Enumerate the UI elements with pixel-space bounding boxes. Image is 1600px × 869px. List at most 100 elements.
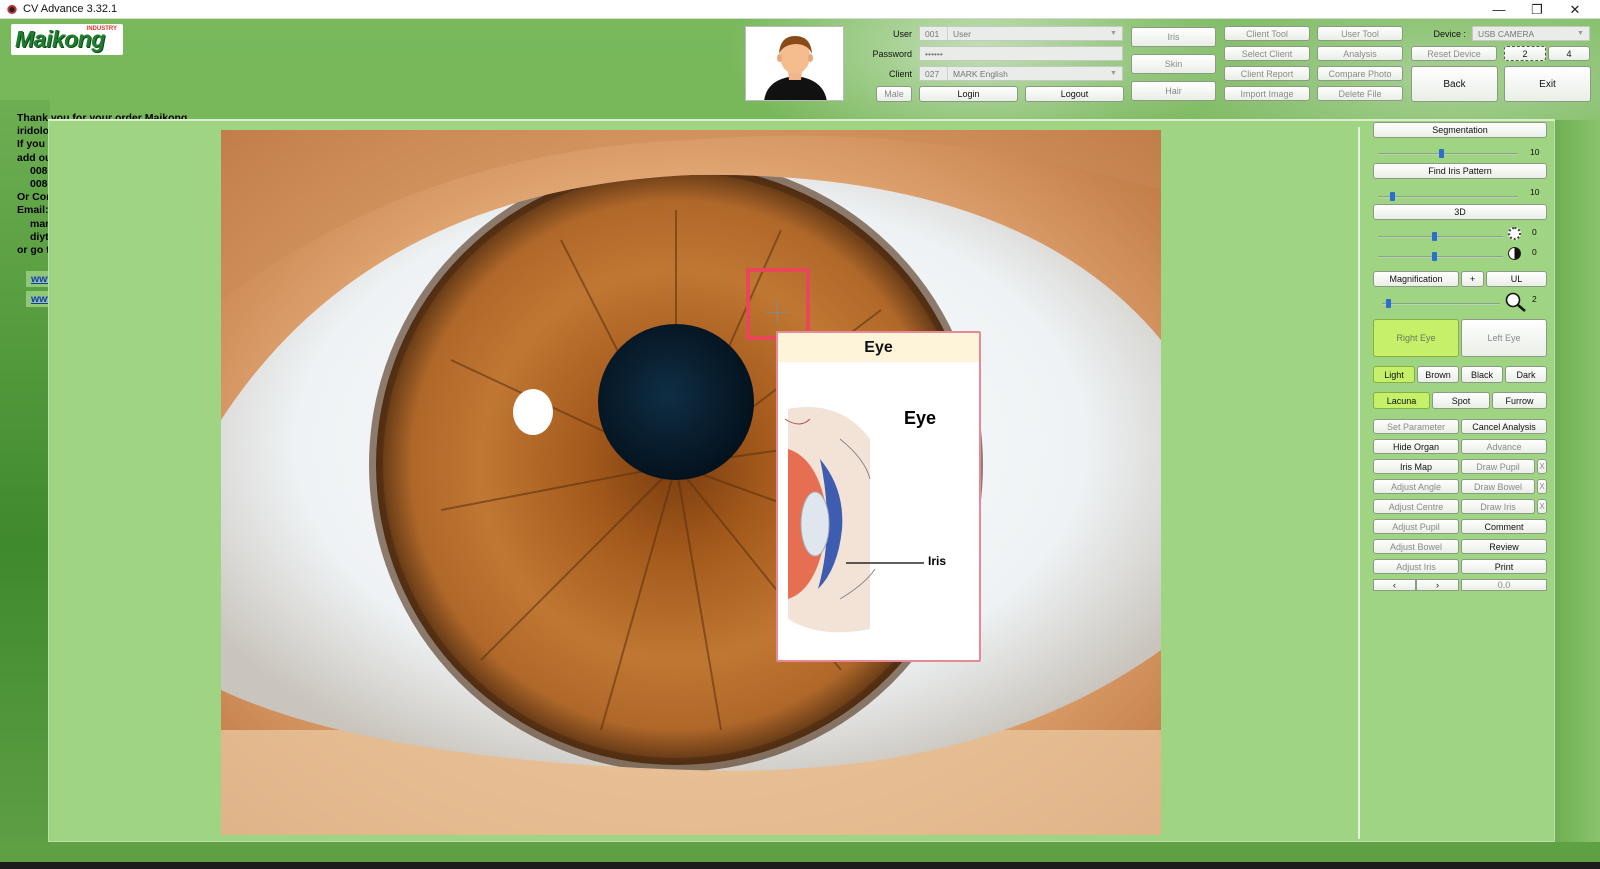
color-dark-button[interactable]: Dark — [1505, 366, 1547, 383]
brightness-value: 0 — [1532, 227, 1537, 237]
adjust-centre-button[interactable]: Adjust Centre — [1373, 499, 1459, 514]
lacuna-button[interactable]: Lacuna — [1373, 392, 1430, 409]
prev-button[interactable]: ‹ — [1373, 579, 1416, 591]
find-iris-slider[interactable] — [1378, 196, 1518, 198]
nav-value: 0.0 — [1461, 579, 1547, 591]
magnifier-icon — [1505, 292, 1526, 312]
client-tool-button[interactable]: Client Tool — [1224, 26, 1310, 41]
find-iris-value: 10 — [1530, 187, 1540, 197]
iris-image[interactable] — [221, 130, 1161, 835]
draw-iris-clear-button[interactable]: X — [1537, 499, 1547, 514]
compare-photo-button[interactable]: Compare Photo — [1317, 66, 1403, 81]
cancel-analysis-button[interactable]: Cancel Analysis — [1461, 419, 1547, 434]
device-value: USB CAMERA — [1478, 28, 1535, 39]
panel-top-border — [48, 119, 1555, 121]
adjust-bowel-button[interactable]: Adjust Bowel — [1373, 539, 1459, 554]
logout-button[interactable]: Logout — [1025, 86, 1124, 102]
exit-button[interactable]: Exit — [1504, 66, 1591, 102]
window-title: CV Advance 3.32.1 — [23, 3, 118, 15]
device-select[interactable]: USB CAMERA ▼ — [1472, 26, 1590, 41]
segmentation-slider[interactable] — [1378, 153, 1518, 155]
user-select[interactable]: 001 User ▼ — [919, 26, 1123, 41]
user-value: User — [953, 28, 971, 39]
contrast-value: 0 — [1532, 247, 1537, 257]
analysis-button[interactable]: Analysis — [1317, 46, 1403, 61]
eye-anatomy-diagram — [780, 399, 975, 639]
gender-button[interactable]: Male — [876, 86, 912, 102]
magnification-button[interactable]: Magnification — [1373, 271, 1459, 287]
restore-button[interactable]: ❐ — [1518, 0, 1556, 19]
print-button[interactable]: Print — [1461, 559, 1547, 574]
user-tool-button[interactable]: User Tool — [1317, 26, 1403, 41]
ul-button[interactable]: UL — [1486, 271, 1547, 287]
adjust-iris-button[interactable]: Adjust Iris — [1373, 559, 1459, 574]
user-label: User — [892, 29, 912, 39]
color-brown-button[interactable]: Brown — [1417, 366, 1459, 383]
password-field[interactable]: •••••• — [919, 46, 1123, 61]
draw-iris-button[interactable]: Draw Iris — [1461, 499, 1535, 514]
organ-popup[interactable]: Eye Eye Iris — [776, 331, 981, 662]
selection-box[interactable] — [746, 268, 810, 340]
eye-photo — [221, 130, 1161, 835]
segmentation-knob[interactable] — [1439, 149, 1444, 158]
iris-mode-button[interactable]: Iris — [1131, 27, 1216, 47]
chevron-down-icon: ▼ — [1110, 70, 1117, 77]
set-parameter-button[interactable]: Set Parameter — [1373, 419, 1459, 434]
furrow-button[interactable]: Furrow — [1492, 392, 1547, 409]
spot-button[interactable]: Spot — [1432, 392, 1490, 409]
adjust-pupil-button[interactable]: Adjust Pupil — [1373, 519, 1459, 534]
draw-pupil-button[interactable]: Draw Pupil — [1461, 459, 1535, 474]
delete-file-button[interactable]: Delete File — [1317, 86, 1403, 101]
password-label: Password — [872, 49, 912, 59]
user-avatar — [745, 26, 844, 101]
minimize-button[interactable]: — — [1480, 0, 1518, 19]
contrast-icon — [1508, 247, 1521, 260]
brightness-slider[interactable] — [1378, 236, 1503, 238]
person-icon — [746, 27, 843, 100]
brightness-knob[interactable] — [1432, 232, 1438, 241]
client-report-button[interactable]: Client Report — [1224, 66, 1310, 81]
login-button[interactable]: Login — [919, 86, 1018, 102]
hide-organ-button[interactable]: Hide Organ — [1373, 439, 1459, 454]
logo-sup: INDUSTRY — [86, 26, 117, 32]
client-select[interactable]: 027 MARK English ▼ — [919, 66, 1123, 81]
client-label: Client — [888, 69, 912, 79]
draw-pupil-clear-button[interactable]: X — [1537, 459, 1547, 474]
right-eye-button[interactable]: Right Eye — [1373, 319, 1459, 357]
find-iris-knob[interactable] — [1390, 192, 1395, 201]
resolution-4-button[interactable]: 4 — [1548, 46, 1590, 61]
magnification-knob[interactable] — [1385, 299, 1391, 308]
adjust-angle-button[interactable]: Adjust Angle — [1373, 479, 1459, 494]
advance-button[interactable]: Advance — [1461, 439, 1547, 454]
brightness-icon — [1508, 227, 1521, 240]
iris-map-button[interactable]: Iris Map — [1373, 459, 1459, 474]
resolution-2-button[interactable]: 2 — [1504, 46, 1546, 61]
right-gradient — [1555, 120, 1600, 842]
draw-bowel-clear-button[interactable]: X — [1537, 479, 1547, 494]
magnification-slider[interactable] — [1382, 303, 1500, 305]
next-button[interactable]: › — [1416, 579, 1459, 591]
segmentation-button[interactable]: Segmentation — [1373, 122, 1547, 138]
chevron-down-icon: ▼ — [1110, 30, 1117, 37]
back-button[interactable]: Back — [1411, 66, 1498, 102]
magnification-plus-button[interactable]: + — [1461, 271, 1484, 287]
close-button[interactable]: ✕ — [1556, 0, 1594, 19]
user-code: 001 — [920, 27, 948, 40]
contrast-knob[interactable] — [1432, 252, 1438, 261]
maikong-logo: Maikong INDUSTRY — [11, 24, 123, 55]
hair-mode-button[interactable]: Hair — [1131, 81, 1216, 101]
select-client-button[interactable]: Select Client — [1224, 46, 1310, 61]
reset-device-button[interactable]: Reset Device — [1411, 46, 1497, 61]
color-black-button[interactable]: Black — [1461, 366, 1503, 383]
skin-mode-button[interactable]: Skin — [1131, 54, 1216, 74]
color-light-button[interactable]: Light — [1373, 366, 1415, 383]
find-iris-pattern-button[interactable]: Find Iris Pattern — [1373, 163, 1547, 179]
import-image-button[interactable]: Import Image — [1224, 86, 1310, 101]
segmentation-value: 10 — [1530, 147, 1540, 157]
review-button[interactable]: Review — [1461, 539, 1547, 554]
comment-button[interactable]: Comment — [1461, 519, 1547, 534]
draw-bowel-button[interactable]: Draw Bowel — [1461, 479, 1535, 494]
3d-button[interactable]: 3D — [1373, 204, 1547, 220]
left-eye-button[interactable]: Left Eye — [1461, 319, 1547, 357]
contrast-slider[interactable] — [1378, 256, 1503, 258]
